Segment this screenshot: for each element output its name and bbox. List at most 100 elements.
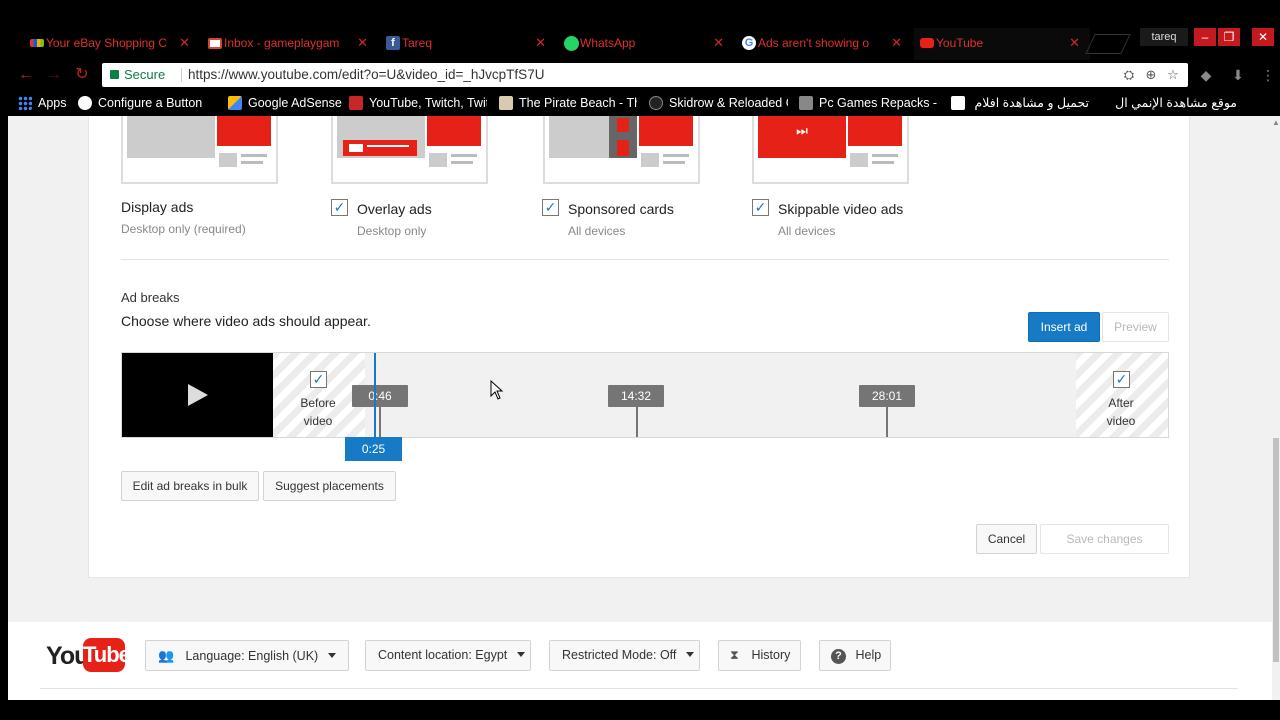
play-icon[interactable] [188,384,208,406]
save-changes-button[interactable]: Save changes [1040,524,1169,554]
menu-icon[interactable]: ⋮ [1258,65,1278,85]
star-icon[interactable]: ☆ [1164,63,1182,87]
language-button[interactable]: 👥 Language: English (UK) [145,640,349,671]
bookmark-label: Skidrow & Reloaded G [669,96,788,110]
reload-icon[interactable]: ↻ [72,65,92,85]
tab-youtube[interactable]: YouTube ✕ [914,28,1090,60]
ad-break-marker[interactable]: 0:46 [352,385,408,407]
skippable-ads-label: Skippable video ads [778,201,904,217]
sponsored-cards-label: Sponsored cards [568,201,674,217]
restore-icon[interactable]: ❐ [1218,28,1240,46]
video-thumbnail[interactable] [122,353,273,437]
close-icon[interactable]: ✕ [179,28,190,58]
bookmark-skidrow[interactable]: Skidrow & Reloaded G [649,90,788,116]
help-label: Help [855,648,882,662]
edit-ad-breaks-bulk-button[interactable]: Edit ad breaks in bulk [121,471,259,501]
close-icon[interactable]: ✕ [535,28,546,58]
scroll-thumb[interactable] [1273,438,1279,662]
forward-arrow-icon[interactable]: → [44,65,64,85]
tab-google[interactable]: G Ads aren't showing o ✕ [736,28,912,60]
history-button[interactable]: ⧗ History [718,640,801,671]
before-video-checkbox[interactable]: ✓ [310,371,327,388]
history-label: History [751,648,791,662]
content-location-button[interactable]: Content location: Egypt [365,640,531,671]
url-text[interactable]: https://www.youtube.com/edit?o=U&video_i… [188,63,544,87]
bookmark-arabic-movies[interactable]: تحميل و مشاهدة افلام [949,90,1089,116]
bookmark-adsense[interactable]: Google AdSense [228,90,342,116]
chevron-down-icon [328,653,337,658]
tab-ebay[interactable]: Your eBay Shopping C ✕ [24,28,200,60]
secure-indicator[interactable]: Secure [110,63,165,87]
sponsored-cards-thumbnail [543,116,700,184]
whatsapp-icon [564,36,579,51]
chevron-down-icon [517,652,526,657]
before-video-label: Before video [288,394,348,430]
chevron-down-icon [686,652,695,657]
zoom-icon[interactable]: ⊕ [1142,63,1160,87]
ad-break-marker[interactable]: 14:32 [608,385,664,407]
bookmark-repacks[interactable]: Pc Games Repacks - R [799,90,937,116]
translate-icon[interactable]: ⛭ [1120,63,1138,87]
address-bar[interactable]: Secure https://www.youtube.com/edit?o=U&… [102,63,1188,87]
playhead-time[interactable]: 0:25 [345,437,402,461]
restricted-label: Restricted Mode: Off [562,648,677,662]
bookmark-configure[interactable]: Configure a Button [78,90,212,116]
tab-title: Inbox - gameplaygam [224,36,340,50]
skippable-ads-checkbox[interactable]: ✓ [752,199,769,216]
preview-button[interactable]: Preview [1102,312,1169,342]
tab-gmail[interactable]: Inbox - gameplaygam ✕ [202,28,378,60]
skippable-ads-sub: All devices [778,224,836,238]
bookmark-socialblade[interactable]: YouTube, Twitch, Twitt [349,90,487,116]
new-tab-button[interactable] [1085,34,1131,54]
google-icon: G [742,36,756,50]
close-icon[interactable]: ✕ [357,28,368,58]
logo-tube: Tube [83,638,131,672]
help-button[interactable]: ? Help [819,640,891,671]
cancel-button[interactable]: Cancel [976,524,1037,554]
hourglass-icon: ⧗ [730,648,739,662]
profile-button[interactable]: tareq [1140,28,1188,46]
download-icon[interactable]: ⬇ [1228,65,1248,85]
tab-whatsapp[interactable]: WhatsApp ✕ [558,28,734,60]
ad-breaks-timeline[interactable]: ✓ Before video ✓ After video 0:46 14:32 … [121,352,1169,438]
minimize-icon[interactable]: – [1194,28,1216,46]
tab-title: Your eBay Shopping C [46,36,167,50]
page-viewport: Display ads Desktop only (required) ✓ Ov… [8,116,1272,700]
extension-icon[interactable]: ◆ [1196,65,1216,85]
ad-break-marker[interactable]: 28:01 [859,385,915,407]
display-ads-label: Display ads [121,199,194,215]
page-scrollbar[interactable]: ▲ [1272,116,1280,700]
restricted-mode-button[interactable]: Restricted Mode: Off [549,640,700,671]
bookmark-label: The Pirate Beach - The [519,96,637,110]
tab-facebook[interactable]: f Tareq ✕ [380,28,556,60]
facebook-icon: f [386,36,400,50]
overlay-ads-label: Overlay ads [357,201,432,217]
skippable-ads-thumbnail: ⏭ [752,116,909,184]
bookmark-arabic-anime[interactable]: موقع مشاهدة الإنمي ال [1101,90,1237,116]
back-arrow-icon[interactable]: ← [16,65,36,85]
help-icon: ? [831,649,846,664]
close-window-icon[interactable]: ✕ [1252,28,1274,46]
secure-label: Secure [124,67,166,82]
before-label-line2: video [303,414,333,428]
close-icon[interactable]: ✕ [891,28,902,58]
playhead[interactable] [374,353,376,437]
language-label: Language: English (UK) [185,649,319,663]
gmail-icon [208,38,222,49]
bookmark-apps[interactable]: Apps [18,90,70,116]
after-video-checkbox[interactable]: ✓ [1113,371,1130,388]
close-icon[interactable]: ✕ [1069,28,1080,58]
overlay-ads-checkbox[interactable]: ✓ [331,199,348,216]
suggest-placements-button[interactable]: Suggest placements [263,471,396,501]
insert-ad-button[interactable]: Insert ad [1028,312,1100,342]
sponsored-cards-checkbox[interactable]: ✓ [542,199,559,216]
scroll-up-icon[interactable]: ▲ [1272,118,1280,127]
skidrow-icon [649,96,663,110]
after-video-label: After video [1091,394,1151,430]
overlay-banner [349,144,363,152]
close-icon[interactable]: ✕ [713,28,724,58]
bookmark-piratebay[interactable]: The Pirate Beach - The [499,90,637,116]
location-label: Content location: Egypt [378,648,508,662]
tab-title: Tareq [402,36,433,50]
browser-toolbar: ← → ↻ Secure https://www.youtube.com/edi… [0,60,1280,90]
